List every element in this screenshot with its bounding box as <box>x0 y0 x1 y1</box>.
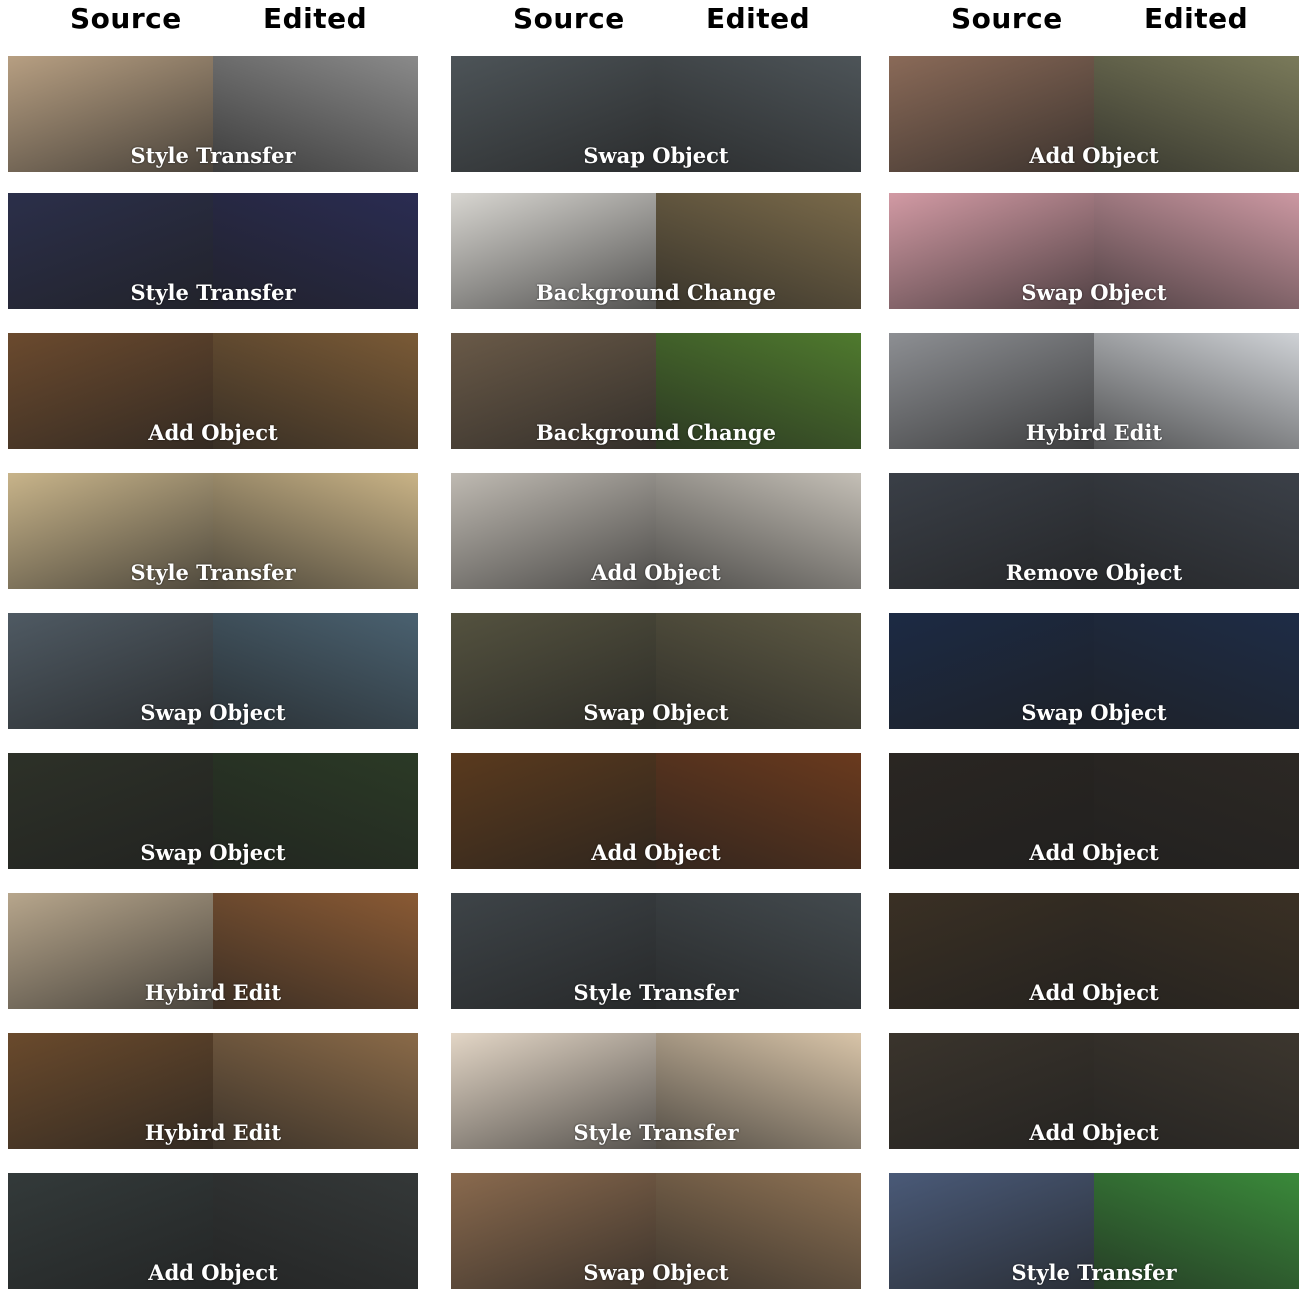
edit-type-label: Add Object <box>1029 840 1159 865</box>
image-pair: Remove Object <box>889 473 1299 589</box>
image-pair: Swap Object <box>889 613 1299 729</box>
image-pair: Add Object <box>889 1033 1299 1149</box>
image-pair: Style Transfer <box>8 193 418 309</box>
edit-type-label: Background Change <box>536 280 776 305</box>
edit-type-label: Hybird Edit <box>144 1120 282 1145</box>
edit-type-label: Swap Object <box>1021 700 1167 725</box>
column-header: Source Edited <box>889 0 1301 50</box>
source-header: Source <box>951 2 1063 35</box>
image-pair: Add Object <box>451 473 861 589</box>
image-pair: Swap Object <box>451 1173 861 1289</box>
edit-type-label: Swap Object <box>1021 280 1167 305</box>
image-pair: Style Transfer <box>8 473 418 589</box>
column-header: Source Edited <box>451 0 863 50</box>
image-pair: Add Object <box>8 1173 418 1289</box>
edit-type-label: Swap Object <box>583 143 729 168</box>
edit-type-label: Background Change <box>536 420 776 445</box>
image-pair: Background Change <box>451 333 861 449</box>
image-pair: Add Object <box>889 753 1299 869</box>
image-pair: Swap Object <box>8 753 418 869</box>
image-pair: Hybird Edit <box>889 333 1299 449</box>
image-pair: Add Object <box>451 753 861 869</box>
image-pair: Style Transfer <box>889 1173 1299 1289</box>
edit-type-label: Style Transfer <box>1011 1260 1177 1285</box>
comparison-column: Source Edited Add Object Swap Object Hybird … <box>889 0 1301 1289</box>
image-pair: Swap Object <box>889 193 1299 309</box>
image-pair: Hybird Edit <box>8 1033 418 1149</box>
source-header: Source <box>513 2 625 35</box>
edit-type-label: Add Object <box>591 840 721 865</box>
image-pair: Style Transfer <box>451 893 861 1009</box>
image-pair: Add Object <box>889 56 1299 172</box>
image-pair: Style Transfer <box>451 1033 861 1149</box>
edit-type-label: Add Object <box>1029 980 1159 1005</box>
image-pair: Swap Object <box>451 56 861 172</box>
edited-header: Edited <box>706 2 811 35</box>
comparison-column: Source Edited Swap Object Background Change… <box>451 0 863 1289</box>
edit-type-label: Hybird Edit <box>144 980 282 1005</box>
edit-type-label: Hybird Edit <box>1025 420 1163 445</box>
edit-type-label: Swap Object <box>140 840 286 865</box>
comparison-column: Source Edited Style Transfer Style Transfer… <box>8 0 420 1289</box>
edit-type-label: Style Transfer <box>130 560 296 585</box>
image-pair: Swap Object <box>8 613 418 729</box>
source-header: Source <box>70 2 182 35</box>
edit-type-label: Remove Object <box>1005 560 1183 585</box>
edit-type-label: Swap Object <box>140 700 286 725</box>
edit-type-label: Add Object <box>148 420 278 445</box>
edit-type-label: Style Transfer <box>130 280 296 305</box>
column-header: Source Edited <box>8 0 420 50</box>
edited-header: Edited <box>1144 2 1249 35</box>
image-pair: Hybird Edit <box>8 893 418 1009</box>
image-pair: Style Transfer <box>8 56 418 172</box>
image-pair: Swap Object <box>451 613 861 729</box>
image-pair: Background Change <box>451 193 861 309</box>
edit-type-label: Add Object <box>148 1260 278 1285</box>
edit-type-label: Add Object <box>1029 143 1159 168</box>
edit-type-label: Add Object <box>1029 1120 1159 1145</box>
image-pair: Add Object <box>8 333 418 449</box>
edit-type-label: Style Transfer <box>130 143 296 168</box>
image-pair: Add Object <box>889 893 1299 1009</box>
edit-type-label: Add Object <box>591 560 721 585</box>
edit-type-label: Swap Object <box>583 1260 729 1285</box>
edit-type-label: Style Transfer <box>573 1120 739 1145</box>
edit-type-label: Style Transfer <box>573 980 739 1005</box>
edit-type-label: Swap Object <box>583 700 729 725</box>
edited-header: Edited <box>263 2 368 35</box>
